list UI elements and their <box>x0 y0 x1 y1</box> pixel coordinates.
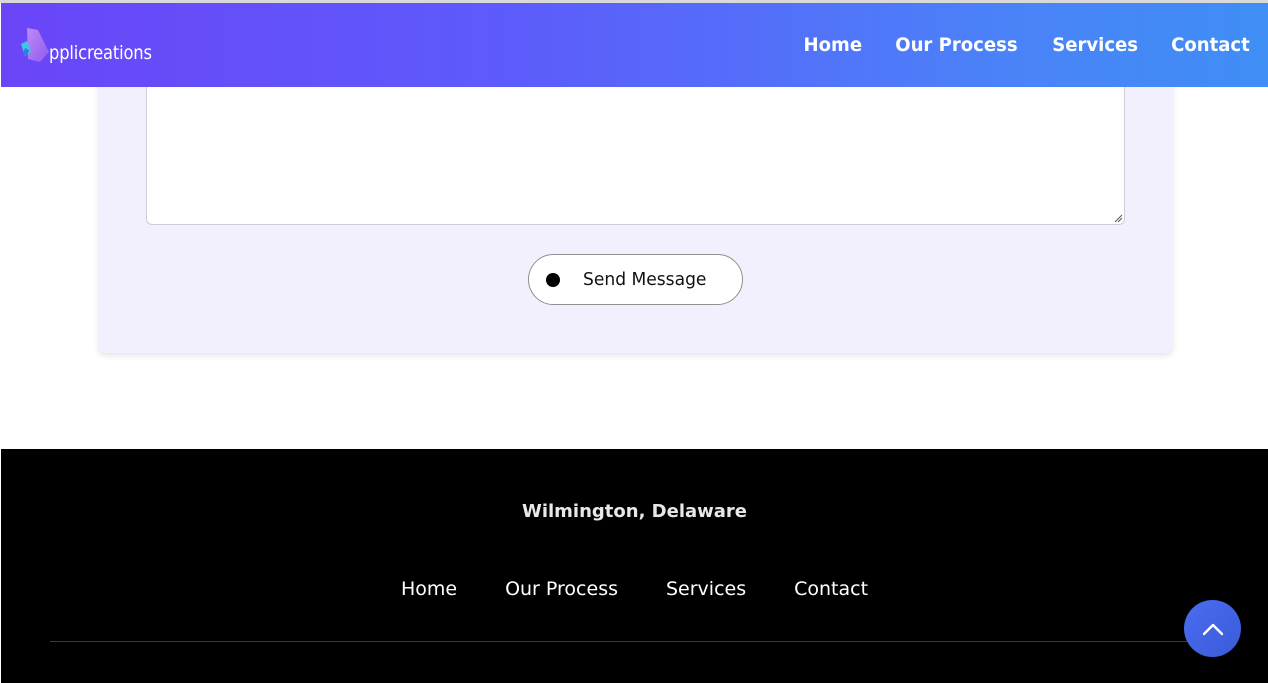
site-footer: Wilmington, Delaware Home Our Process Se… <box>1 449 1268 683</box>
footer-services-link[interactable]: Services <box>666 578 746 600</box>
chevron-up-icon <box>1202 623 1223 635</box>
site-header: pplicreations Home Our Process Services … <box>1 3 1268 87</box>
footer-home-link[interactable]: Home <box>401 578 457 600</box>
send-message-label: Send Message <box>583 269 707 290</box>
nav-contact-link[interactable]: Contact <box>1171 34 1250 56</box>
logo-text: pplicreations <box>49 42 152 64</box>
footer-nav: Home Our Process Services Contact <box>1 578 1268 600</box>
nav-services-link[interactable]: Services <box>1052 34 1138 56</box>
footer-divider <box>50 641 1220 642</box>
footer-contact-link[interactable]: Contact <box>794 578 868 600</box>
footer-address: Wilmington, Delaware <box>521 501 748 522</box>
footer-our-process-link[interactable]: Our Process <box>505 578 618 600</box>
nav-our-process-link[interactable]: Our Process <box>895 34 1017 56</box>
site-logo[interactable]: pplicreations <box>18 26 158 66</box>
contact-form-card: Send Message <box>98 60 1173 353</box>
send-message-button[interactable]: Send Message <box>528 254 743 305</box>
resize-handle-icon[interactable] <box>1113 213 1123 223</box>
dot-icon <box>546 272 560 287</box>
logo-mark-icon <box>21 28 49 62</box>
nav-home-link[interactable]: Home <box>803 34 862 56</box>
header-nav: Home Our Process Services Contact <box>802 34 1253 56</box>
scroll-to-top-button[interactable] <box>1184 600 1241 657</box>
